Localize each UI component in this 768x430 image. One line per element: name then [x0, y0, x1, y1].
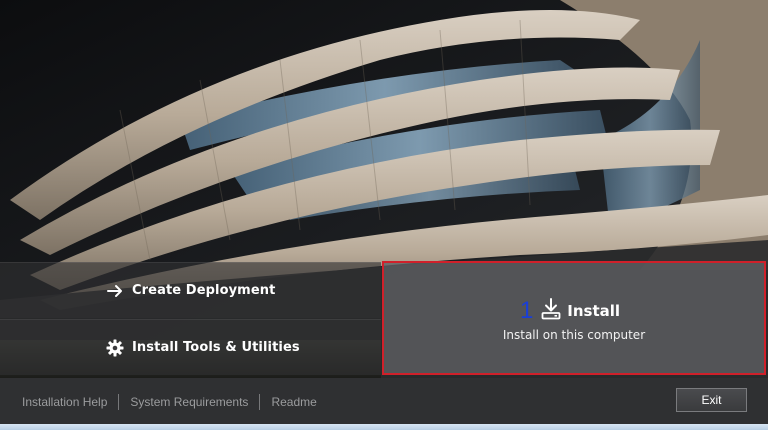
readme-link[interactable]: Readme: [271, 395, 316, 409]
install-title: Install: [567, 302, 621, 320]
installation-help-link[interactable]: Installation Help: [22, 395, 107, 409]
download-icon: [541, 298, 561, 324]
install-heading: 1 Install: [520, 298, 620, 324]
footer-bar: Installation Help System Requirements Re…: [0, 378, 768, 424]
system-requirements-link[interactable]: System Requirements: [130, 395, 248, 409]
create-deployment-button[interactable]: Create Deployment: [0, 262, 381, 318]
footer-links: Installation Help System Requirements Re…: [22, 394, 317, 410]
window-bottom-edge: [0, 424, 768, 430]
install-button[interactable]: 1 Install Install on this computer: [382, 261, 766, 375]
gear-icon: [106, 339, 124, 357]
exit-button[interactable]: Exit: [676, 388, 747, 412]
installer-window: Create Deployment Install Tools & Utilit…: [0, 0, 768, 430]
link-divider: [259, 394, 261, 410]
create-deployment-label: Create Deployment: [132, 283, 276, 298]
install-tools-content: Install Tools & Utilities: [106, 339, 300, 357]
arrow-right-icon: [106, 282, 124, 300]
link-divider: [118, 394, 120, 410]
install-tools-label: Install Tools & Utilities: [132, 340, 300, 355]
install-subtitle: Install on this computer: [502, 328, 646, 342]
step-number: 1: [519, 297, 534, 324]
create-deployment-content: Create Deployment: [106, 282, 275, 300]
install-tools-button[interactable]: Install Tools & Utilities: [0, 319, 381, 375]
